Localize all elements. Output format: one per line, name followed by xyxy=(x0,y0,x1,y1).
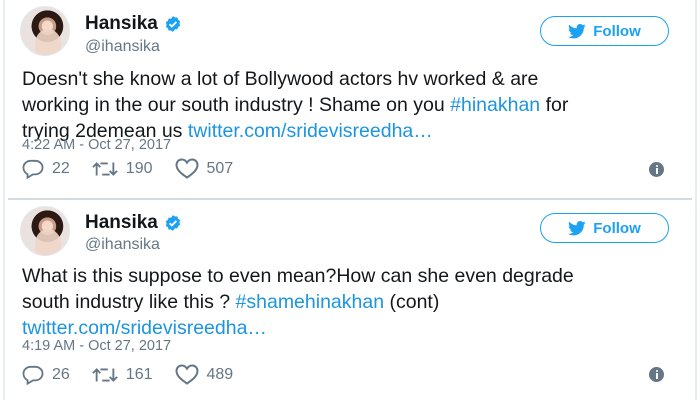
tweet-text: What is this suppose to even mean?How ca… xyxy=(22,263,682,341)
info-icon[interactable] xyxy=(649,367,664,382)
twitter-bird-icon xyxy=(568,220,586,236)
author-handle[interactable]: @ihansika xyxy=(85,236,160,254)
like-count: 489 xyxy=(206,365,234,383)
hashtag-link[interactable]: #shamehinakhan xyxy=(236,291,385,313)
tweet-card: Hansika @ihansika Follow What is this su… xyxy=(0,0,700,400)
tweet-text-line: south industry like this ? #shamehinakha… xyxy=(22,289,682,315)
like-button[interactable]: 489 xyxy=(174,364,234,385)
author-name-row: Hansika xyxy=(85,212,182,234)
display-name[interactable]: Hansika xyxy=(85,212,158,234)
follow-label: Follow xyxy=(593,219,641,237)
follow-button[interactable]: Follow xyxy=(540,213,669,243)
reply-count: 26 xyxy=(52,365,70,383)
timestamp[interactable]: 4:19 AM - Oct 27, 2017 xyxy=(22,338,171,354)
verified-badge-icon xyxy=(164,214,182,232)
reply-icon xyxy=(22,365,44,385)
tweet-text-segment: south industry like this ? xyxy=(22,291,236,313)
retweet-icon xyxy=(92,367,118,382)
retweet-count: 161 xyxy=(125,365,153,383)
retweet-button[interactable]: 161 xyxy=(92,366,153,384)
reply-button[interactable]: 26 xyxy=(22,365,70,385)
heart-icon xyxy=(174,364,199,385)
url-link[interactable]: twitter.com/sridevisreedha… xyxy=(22,317,267,339)
tweet-actions: 26 161 489 xyxy=(22,364,255,385)
tweet-text-segment: (cont) xyxy=(384,291,440,313)
avatar[interactable] xyxy=(20,206,70,256)
tweet-text-line: What is this suppose to even mean?How ca… xyxy=(22,265,574,287)
